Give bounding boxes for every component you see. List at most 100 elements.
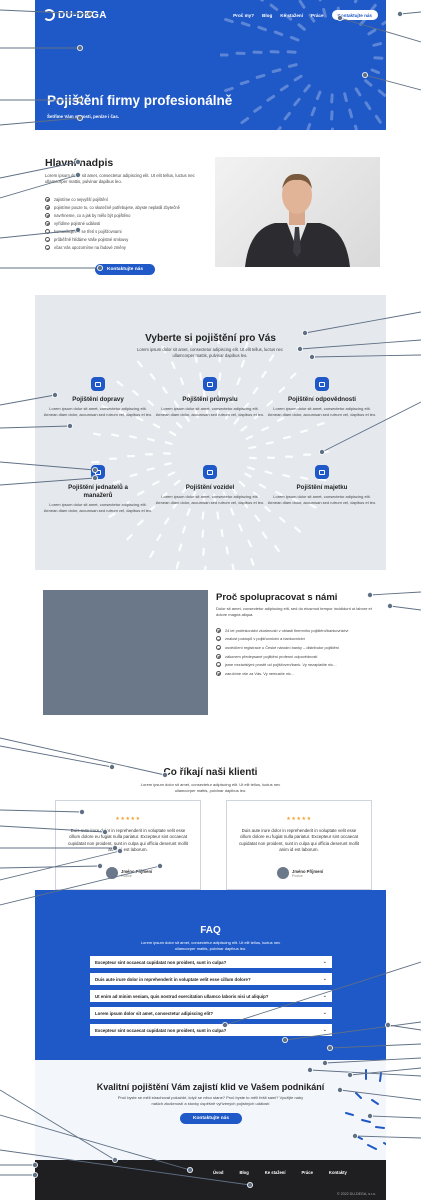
check-icon: [216, 653, 221, 659]
hero-section: DU-DEGA Proč my? Blog Ke stažení Práce K…: [35, 0, 386, 130]
nav-contact-button[interactable]: Kontaktujte nás: [331, 10, 378, 20]
faq-title: FAQ: [200, 925, 221, 936]
cta-title: Kvalitní pojištění Vám zajistí klid ve V…: [96, 1082, 325, 1092]
faq-item[interactable]: Excepteur sint occaecat cupidatat non pr…: [90, 956, 332, 968]
service-text: Lorem ipsum dolor sit amet, consectetur …: [267, 406, 377, 417]
chevron-down-icon: ⌄: [322, 993, 327, 999]
cta-contact-button[interactable]: Kontaktujte nás: [180, 1113, 242, 1124]
list-item: znalost postupů v pojišťovnictví a banko…: [216, 635, 349, 644]
service-title: Pojištění dopravy: [72, 396, 124, 403]
services-section: Vyberte si pojištění pro Vás Lorem ipsum…: [35, 295, 386, 570]
cta-section: Kvalitní pojištění Vám zajistí klid ve V…: [35, 1060, 386, 1160]
logo[interactable]: DU-DEGA: [43, 9, 107, 21]
footer-nav: Úvod Blog Ke stažení Práce Kontakty: [213, 1170, 347, 1175]
intro-checklist: zajistíme co nejvyšší pojištění pojistím…: [45, 195, 180, 252]
avatar: [106, 867, 118, 879]
check-icon: [45, 245, 50, 251]
hero-subtitle: Šetříme Vám starosti, peníze i čas.: [47, 114, 119, 119]
car-icon: [203, 465, 217, 479]
person-photo: [245, 173, 350, 267]
nav-item-why-us[interactable]: Proč my?: [233, 13, 254, 18]
service-card-vehicles[interactable]: Pojištění vozidel Lorem ipsum dolor sit …: [155, 465, 265, 505]
intro-contact-button[interactable]: Kontaktujte nás: [95, 264, 155, 275]
service-card-liability[interactable]: Pojištění odpovědnosti Lorem ipsum dolor…: [267, 377, 377, 417]
testimonials-lead: Lorem ipsum dolor sit amet, consectetur …: [140, 782, 281, 793]
faq-item[interactable]: Duis aute irure dolor in reprehenderit i…: [90, 973, 332, 985]
avatar: [277, 867, 289, 879]
testimonials-section: Co říkají naši klienti Lorem ipsum dolor…: [35, 730, 386, 890]
service-title: Pojištění majetku: [296, 484, 348, 491]
image-placeholder: [43, 590, 208, 715]
home-icon: [315, 465, 329, 479]
list-item: vyřídíme pojistné události: [45, 219, 180, 227]
faq-question: Excepteur sint occaecat cupidatat non pr…: [95, 1027, 227, 1033]
cta-lead: Proč byste se měli strachovat pokaždé, k…: [117, 1095, 304, 1106]
why-title: Proč spolupracovat s námi: [216, 592, 338, 603]
testimonial-card: ★★★★★ Duis aute irure dolor in reprehend…: [55, 800, 201, 890]
service-title: Pojištění odpovědnosti: [287, 396, 357, 403]
testimonials-title: Co říkají naši klienti: [163, 767, 258, 778]
list-item: jsme nezávislými prostě od pojišťoven/ba…: [216, 660, 349, 669]
chevron-down-icon: ⌄: [322, 959, 327, 965]
author-name: Jméno Příjmení: [121, 868, 153, 874]
testimonial-quote: Duis aute irure dolor in reprehenderit i…: [238, 828, 359, 853]
author-name: Jméno Příjmení: [292, 868, 324, 874]
faq-item[interactable]: Ut enim ad minim veniam, quis nostrud ex…: [90, 990, 332, 1002]
chevron-down-icon: ⌄: [322, 1010, 327, 1016]
list-item: pojistíme pouze to, co skutečně potřebuj…: [45, 203, 180, 211]
check-icon: [216, 644, 221, 650]
check-icon: [45, 220, 50, 226]
intro-title: Hlavní nadpis: [45, 157, 114, 169]
author-role: Pozice: [292, 873, 303, 878]
check-icon: [45, 228, 50, 234]
faq-item[interactable]: Excepteur sint occaecat cupidatat non pr…: [90, 1024, 332, 1036]
service-card-property[interactable]: Pojištění majetku Lorem ipsum dolor sit …: [267, 465, 377, 505]
intro-section: Hlavní nadpis Lorem ipsum dolor sit amet…: [35, 130, 386, 295]
testimonial-card: ★★★★★ Duis aute irure dolor in reprehend…: [226, 800, 372, 890]
list-item: osvědčení registrace u České národní ban…: [216, 643, 349, 652]
service-title: Pojištění průmyslu: [182, 396, 238, 403]
check-icon: [216, 670, 221, 676]
footer-link-jobs[interactable]: Práce: [302, 1170, 313, 1175]
service-text: Lorem ipsum dolor sit amet, consectetur …: [155, 406, 265, 417]
list-item: průběžně hlídáme Vaše pojistné smlouvy: [45, 235, 180, 243]
intro-photo: [215, 157, 380, 267]
shield-icon: [315, 377, 329, 391]
why-lead: Dolor sit amet, consectetur adipiscing e…: [216, 606, 372, 617]
chevron-down-icon: ⌄: [322, 1027, 327, 1033]
service-card-transport[interactable]: Pojištění dopravy Lorem ipsum dolor sit …: [43, 377, 153, 417]
author-role: Pozice: [121, 873, 132, 878]
nav-item-blog[interactable]: Blog: [262, 13, 272, 18]
footer-link-downloads[interactable]: Ke stažení: [265, 1170, 286, 1175]
list-item: zákonem předepsané pojištění profesní od…: [216, 652, 349, 661]
faq-question: Excepteur sint occaecat cupidatat non pr…: [95, 959, 227, 965]
testimonial-author: Jméno Příjmení Pozice: [106, 867, 152, 879]
footer-link-contacts[interactable]: Kontakty: [329, 1170, 347, 1175]
service-text: Lorem ipsum dolor sit amet, consectetur …: [267, 494, 377, 505]
check-icon: [216, 627, 221, 633]
copyright: © 2022 DU-DEGA, s.r.o.: [337, 1192, 376, 1196]
nav-item-downloads[interactable]: Ke stažení: [280, 13, 303, 18]
factory-icon: [203, 377, 217, 391]
list-item: 24 let profesionální zkušeností v oblast…: [216, 626, 349, 635]
faq-question: Lorem ipsum dolor sit amet, consectetur …: [95, 1010, 214, 1016]
footer: Úvod Blog Ke stažení Práce Kontakty © 20…: [35, 1160, 386, 1200]
faq-list: Excepteur sint occaecat cupidatat non pr…: [90, 956, 332, 1041]
testimonial-quote: Duis aute irure dolor in reprehenderit i…: [67, 828, 188, 853]
faq-lead: Lorem ipsum dolor sit amet, consectetur …: [140, 940, 281, 951]
service-card-executives[interactable]: Pojištění jednatelů a manažerů Lorem ips…: [43, 465, 153, 513]
faq-item[interactable]: Lorem ipsum dolor sit amet, consectetur …: [90, 1007, 332, 1019]
footer-link-home[interactable]: Úvod: [213, 1170, 223, 1175]
nav-item-jobs[interactable]: Práce: [311, 13, 324, 18]
faq-question: Ut enim ad minim veniam, quis nostrud ex…: [95, 993, 269, 999]
services-lead: Lorem ipsum dolor sit amet, consectetur …: [137, 347, 283, 358]
service-text: Lorem ipsum dolor sit amet, consectetur …: [43, 502, 153, 513]
list-item: navrhneme, co a jak by mělo být pojištěn…: [45, 211, 180, 219]
page: DU-DEGA Proč my? Blog Ke stažení Práce K…: [35, 0, 386, 1200]
check-icon: [216, 636, 221, 642]
logo-text: DU-DEGA: [58, 9, 107, 21]
intro-lead: Lorem ipsum dolor sit amet, consectetur …: [45, 173, 195, 184]
why-section: Proč spolupracovat s námi Dolor sit amet…: [35, 570, 386, 730]
service-card-industry[interactable]: Pojištění průmyslu Lorem ipsum dolor sit…: [155, 377, 265, 417]
footer-link-blog[interactable]: Blog: [239, 1170, 248, 1175]
